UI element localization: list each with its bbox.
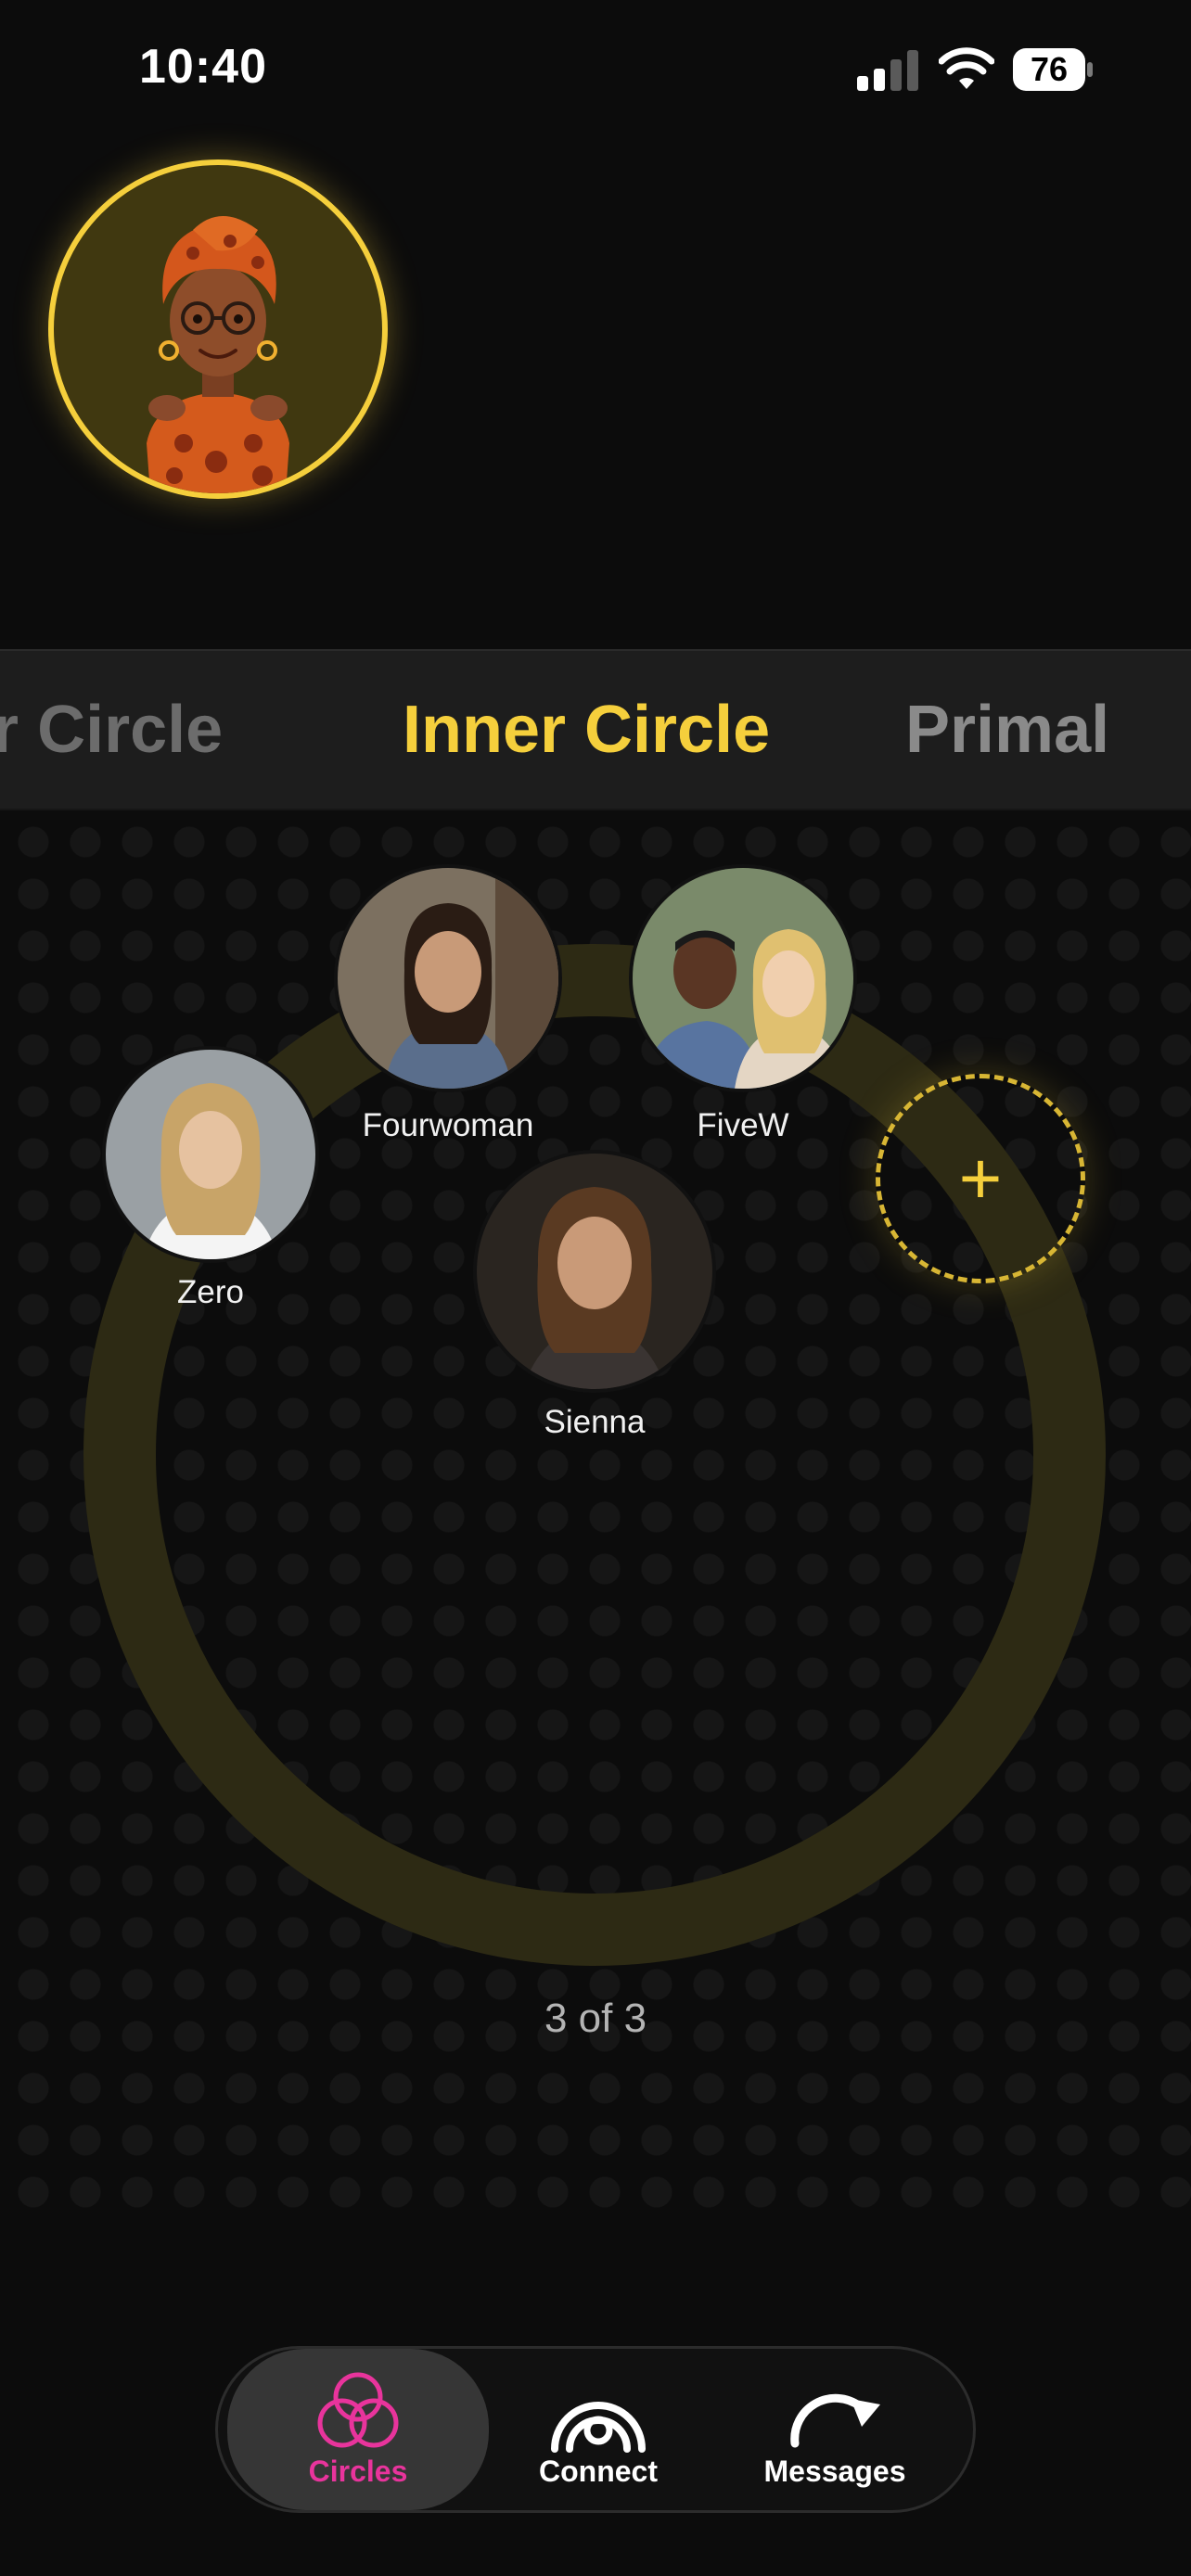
battery-icon: 76 (1013, 48, 1095, 91)
nav-label-circles: Circles (308, 2455, 408, 2488)
member-name-fivew: FiveW (697, 1107, 789, 1143)
member-name-sienna: Sienna (544, 1404, 646, 1440)
person-photo (106, 1050, 315, 1259)
battery-level: 76 (1030, 50, 1069, 88)
nav-item-messages[interactable]: Messages (710, 2349, 960, 2510)
profile-avatar[interactable] (48, 159, 388, 499)
tab-inner-circle[interactable]: Inner Circle (403, 692, 770, 768)
member-avatar-fourwoman[interactable] (334, 864, 562, 1092)
tab-primal[interactable]: Primal (905, 692, 1109, 768)
messages-icon (790, 2393, 880, 2448)
member-name-zero: Zero (177, 1274, 244, 1310)
person-photo (477, 1154, 712, 1389)
circle-tabs: er Circle Inner Circle Primal (0, 649, 1191, 810)
nav-item-connect[interactable]: Connect (493, 2349, 704, 2510)
nav-label-messages: Messages (763, 2455, 906, 2488)
status-time: 10:40 (139, 40, 267, 94)
tab-previous-circle[interactable]: er Circle (0, 692, 223, 768)
member-avatar-sienna[interactable] (473, 1150, 716, 1393)
person-photo (338, 868, 558, 1089)
bottom-navigation: Circles Connect Messages (215, 2346, 976, 2513)
member-avatar-fivew[interactable] (629, 864, 857, 1092)
nav-label-connect: Connect (539, 2455, 658, 2488)
avatar-illustration (147, 216, 289, 493)
member-name-fourwoman: Fourwoman (362, 1107, 534, 1143)
couple-photo (633, 868, 853, 1089)
circles-icon (317, 2372, 399, 2448)
add-member-button[interactable]: + (876, 1074, 1085, 1283)
member-avatar-zero[interactable] (102, 1046, 319, 1263)
plus-icon: + (958, 1137, 1003, 1219)
cellular-signal-icon (857, 50, 918, 91)
wifi-icon (939, 47, 994, 89)
nav-item-circles[interactable]: Circles (227, 2349, 489, 2510)
connect-icon (551, 2402, 646, 2453)
member-counter: 3 of 3 (544, 1996, 647, 2041)
